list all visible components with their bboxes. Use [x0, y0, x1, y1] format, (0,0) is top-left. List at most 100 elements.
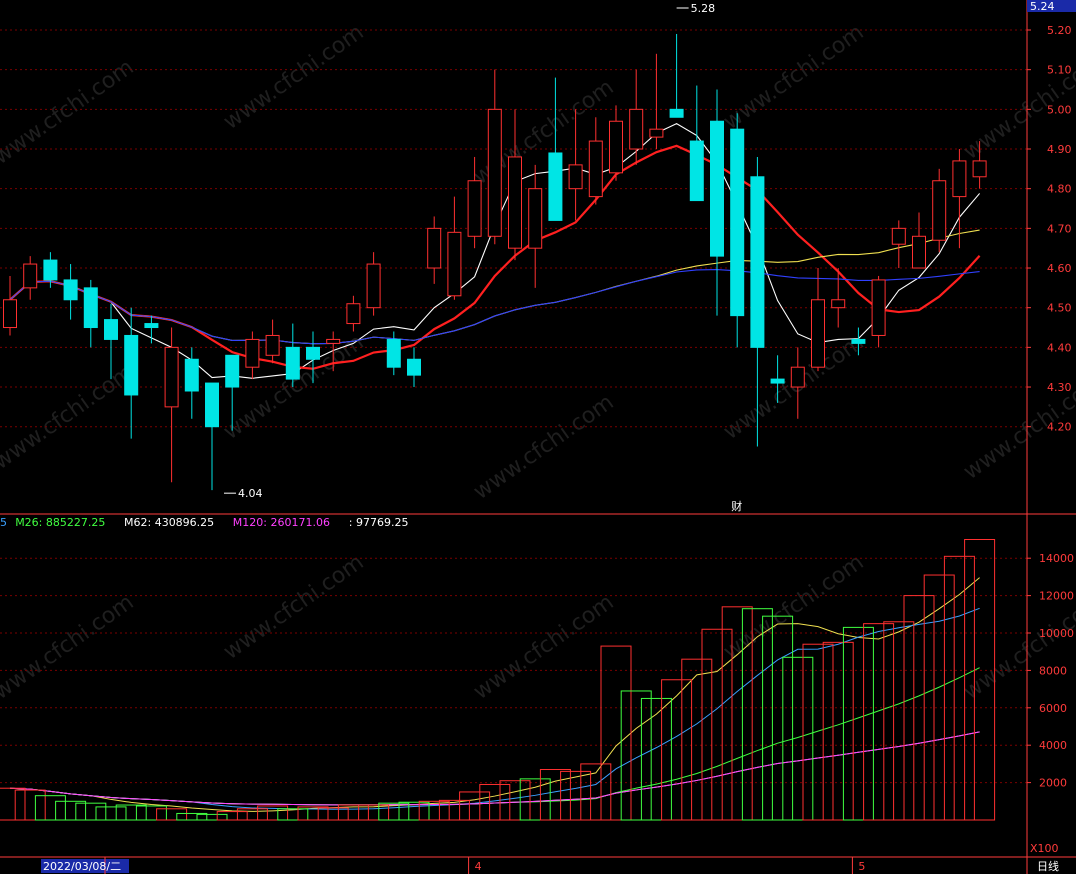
- volume-legend-item-4: : 97769.25: [349, 516, 409, 529]
- watermark-text-5: www.cfchi.com: [0, 360, 139, 475]
- candle-body-38: [770, 378, 785, 384]
- x-label-0: 2022/03/08/二: [43, 860, 121, 873]
- price-tick-label-1: 5.10: [1047, 64, 1072, 77]
- candle-body-3: [63, 279, 78, 301]
- candle-body-17: [346, 303, 361, 325]
- volume-bar-4: [75, 802, 107, 821]
- volume-bar-45: [903, 595, 935, 821]
- volume-bar-44: [883, 621, 915, 821]
- candle-body-33: [669, 108, 684, 118]
- candle-body-11: [225, 354, 240, 388]
- candle-body-41: [831, 299, 846, 309]
- candlestick-series: [3, 33, 987, 491]
- watermark-text-1: www.cfchi.com: [219, 20, 368, 135]
- volume-tick-label-6: 2000: [1039, 777, 1067, 790]
- candle-body-10: [205, 382, 219, 428]
- volume-bar-32: [640, 697, 672, 821]
- volume-tick-label-0: 14000: [1039, 552, 1074, 565]
- volume-legend: 5 M26: 885227.25 M62: 430896.25 M120: 26017…: [0, 516, 409, 529]
- watermark-text-7: www.cfchi.com: [469, 390, 618, 505]
- candle-body-43: [871, 279, 886, 336]
- candle-body-27: [548, 152, 563, 221]
- volume-unit-label: X100: [1030, 842, 1059, 855]
- volume-bar-26: [519, 778, 551, 821]
- volume-bar-0: [0, 787, 26, 821]
- candle-body-19: [386, 338, 401, 368]
- candle-body-13: [265, 334, 280, 356]
- volume-bar-23: [459, 791, 491, 821]
- volume-bar-33: [661, 679, 693, 821]
- price-tick-label-3: 4.90: [1047, 143, 1072, 156]
- x-label-2: 5: [858, 860, 865, 873]
- candle-body-15: [306, 346, 320, 360]
- candle-body-28: [568, 164, 583, 190]
- volume-bar-40: [802, 643, 834, 821]
- x-label-1: 4: [475, 860, 482, 873]
- candle-body-18: [366, 263, 381, 309]
- event-marker-label: 财: [731, 499, 742, 513]
- volume-legend-item-3: M120: 260171.06: [233, 516, 330, 529]
- candle-body-32: [649, 128, 664, 138]
- volume-tick-label-2: 10000: [1039, 627, 1074, 640]
- candle-body-44: [891, 227, 906, 245]
- candle-body-26: [528, 188, 543, 249]
- candle-body-31: [629, 108, 644, 150]
- candle-body-47: [952, 160, 967, 198]
- candle-body-21: [427, 227, 442, 269]
- candle-body-36: [730, 128, 745, 317]
- watermark-text-10: www.cfchi.com: [0, 590, 139, 705]
- candle-body-25: [508, 156, 522, 249]
- candle-body-45: [912, 235, 926, 269]
- volume-ma-line-10: [9, 607, 980, 810]
- volume-bar-12: [236, 808, 268, 821]
- candle-body-9: [184, 358, 199, 392]
- candle-body-16: [326, 338, 341, 344]
- volume-tick-label-5: 4000: [1039, 739, 1067, 752]
- candle-body-0: [3, 299, 17, 329]
- candle-body-46: [932, 180, 947, 241]
- volume-bar-38: [762, 615, 794, 821]
- candle-body-12: [245, 338, 260, 368]
- candle-body-39: [790, 366, 805, 388]
- volume-bar-25: [499, 780, 531, 821]
- price-tick-label-5: 4.70: [1047, 222, 1072, 235]
- volume-tick-label-1: 12000: [1039, 590, 1074, 603]
- volume-bar-41: [822, 641, 854, 821]
- stock-chart: www.cfchi.com www.cfchi.com www.cfchi.com w…: [0, 0, 1076, 874]
- candle-body-34: [689, 140, 704, 202]
- watermark-text-13: www.cfchi.com: [719, 550, 868, 665]
- watermark-text-12: www.cfchi.com: [469, 590, 618, 705]
- volume-bar-42: [842, 626, 874, 821]
- price-tick-label-6: 4.60: [1047, 262, 1072, 275]
- candle-body-22: [447, 231, 462, 297]
- volume-tick-label-3: 8000: [1039, 664, 1067, 677]
- volume-bar-5: [95, 806, 127, 821]
- candle-body-37: [750, 176, 765, 348]
- volume-tick-label-4: 6000: [1039, 702, 1067, 715]
- candle-body-7: [144, 323, 159, 329]
- candle-body-8: [164, 346, 179, 408]
- volume-bar-11: [216, 811, 248, 821]
- price-tick-label-8: 4.40: [1047, 341, 1072, 354]
- volume-bar-7: [135, 805, 167, 821]
- volume-bar-27: [539, 769, 571, 821]
- volume-bar-10: [196, 813, 228, 821]
- volume-legend-item-0: 5: [0, 516, 7, 529]
- volume-bar-39: [782, 656, 814, 821]
- price-tick-label-10: 4.20: [1047, 421, 1072, 434]
- price-tick-label-7: 4.50: [1047, 302, 1072, 315]
- volume-legend-item-1: M26: 885227.25: [15, 516, 105, 529]
- volume-bar-31: [620, 690, 652, 821]
- volume-ma-line-62: [9, 731, 980, 806]
- candle-body-48: [972, 160, 987, 178]
- watermark-text-3: www.cfchi.com: [719, 20, 868, 135]
- volume-bar-46: [923, 574, 955, 821]
- watermark-text-11: www.cfchi.com: [219, 550, 368, 665]
- candle-body-23: [467, 180, 482, 237]
- watermark-text-0: www.cfchi.com: [0, 55, 139, 170]
- volume-bar-30: [600, 645, 632, 821]
- volume-ma-line-120: [9, 731, 980, 806]
- candle-body-29: [588, 140, 603, 198]
- volume-bar-2: [34, 795, 66, 821]
- current-price-label: 5.24: [1030, 0, 1055, 13]
